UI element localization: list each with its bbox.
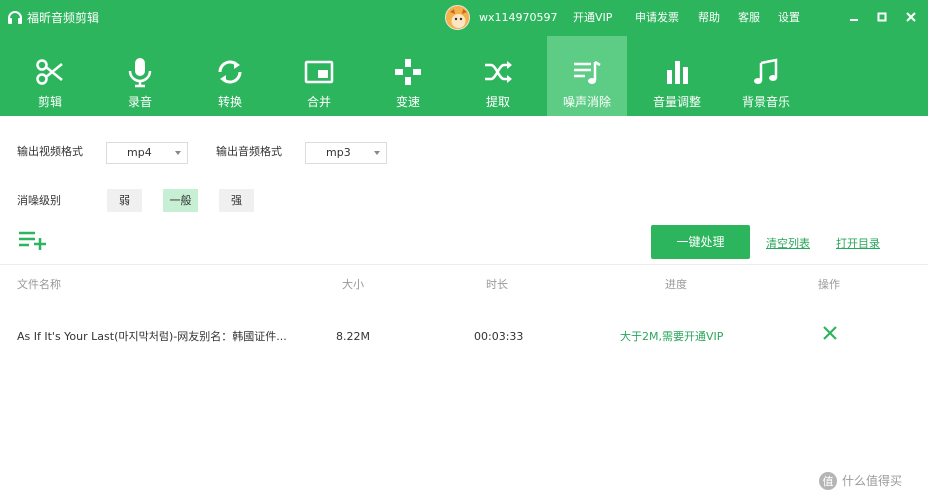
file-size-cell: 8.22M: [336, 330, 370, 343]
tool-volume[interactable]: 音量调整: [637, 36, 717, 116]
svg-text:值: 值: [823, 475, 834, 488]
volume-icon: [667, 61, 688, 84]
settings-link[interactable]: 设置: [778, 10, 800, 26]
service-link[interactable]: 客服: [738, 10, 760, 26]
tool-cut[interactable]: 剪辑: [10, 36, 90, 116]
tool-convert-label: 转换: [217, 95, 242, 109]
audio-format-label: 输出音频格式: [216, 145, 282, 158]
tool-extract-label: 提取: [485, 95, 510, 109]
chevron-down-icon: [374, 151, 380, 155]
video-format-label: 输出视频格式: [17, 145, 83, 158]
one-click-process-button[interactable]: 一键处理: [651, 225, 750, 259]
microphone-icon: [128, 58, 152, 88]
progress-cell[interactable]: 大于2M,需要开通VIP: [620, 329, 723, 345]
tool-convert[interactable]: 转换: [190, 36, 270, 116]
divider: [0, 264, 928, 265]
audio-format-value: mp3: [326, 146, 351, 159]
tool-speed-label: 变速: [395, 95, 420, 109]
help-link[interactable]: 帮助: [698, 10, 720, 26]
watermark-text: 什么值得买: [842, 474, 903, 488]
speed-icon: [395, 59, 421, 85]
tool-volume-label: 音量调整: [652, 95, 701, 109]
tool-merge[interactable]: 合并: [279, 36, 359, 116]
noise-reduction-icon: [574, 60, 601, 84]
add-file-icon[interactable]: [19, 230, 47, 250]
tool-cut-label: 剪辑: [37, 95, 62, 109]
watermark-logo-icon: 值: [819, 472, 837, 490]
headphones-logo-icon: [8, 11, 22, 24]
noise-level-label: 消噪级别: [17, 194, 61, 207]
tool-background-music-label: 背景音乐: [741, 95, 790, 109]
tool-noise-reduction[interactable]: 噪声消除: [547, 36, 627, 116]
tool-record[interactable]: 录音: [100, 36, 180, 116]
close-icon[interactable]: [903, 9, 919, 25]
open-directory-link[interactable]: 打开目录: [836, 236, 880, 252]
video-format-value: mp4: [127, 146, 152, 159]
avatar-image: [446, 6, 469, 29]
file-duration-cell: 00:03:33: [474, 330, 524, 343]
video-format-select[interactable]: mp4: [106, 142, 188, 164]
app-title: 福昕音频剪辑: [27, 11, 100, 25]
tool-merge-label: 合并: [306, 95, 331, 109]
extract-icon: [485, 61, 512, 83]
delete-x-icon[interactable]: [822, 325, 838, 341]
invoice-link[interactable]: 申请发票: [635, 10, 679, 26]
maximize-icon[interactable]: [874, 9, 890, 25]
tool-speed[interactable]: 变速: [368, 36, 448, 116]
header-duration: 时长: [486, 278, 508, 291]
level-strong-button[interactable]: 强: [219, 189, 254, 212]
level-weak-button[interactable]: 弱: [107, 189, 142, 212]
avatar[interactable]: [445, 5, 470, 30]
merge-icon: [304, 60, 334, 84]
tool-record-label: 录音: [127, 95, 152, 109]
chevron-down-icon: [175, 151, 181, 155]
header-operation: 操作: [818, 278, 840, 291]
convert-icon: [218, 60, 242, 84]
username[interactable]: wx114970597: [479, 10, 558, 26]
level-normal-button[interactable]: 一般: [163, 189, 198, 212]
main-toolbar: 剪辑 录音 转换 合并 变速 提取 噪声消除 音量调整 背景音乐: [0, 36, 928, 116]
header-file-name: 文件名称: [17, 278, 61, 291]
minimize-icon[interactable]: [846, 9, 862, 25]
open-vip-link[interactable]: 开通VIP: [573, 10, 612, 26]
tool-extract[interactable]: 提取: [458, 36, 538, 116]
audio-format-select[interactable]: mp3: [305, 142, 387, 164]
music-note-icon: [754, 58, 778, 84]
header-progress: 进度: [665, 278, 687, 291]
file-name-cell: As If It's Your Last(마지막처럼)-网友别名：韩國证件...: [17, 330, 287, 343]
tool-noise-reduction-label: 噪声消除: [562, 95, 611, 109]
header-size: 大小: [342, 278, 364, 291]
scissors-icon: [36, 59, 63, 85]
tool-background-music[interactable]: 背景音乐: [726, 36, 806, 116]
title-bar: 福昕音频剪辑 wx114970597 开通VIP 申请发票 帮助 客服 设置: [0, 0, 928, 36]
clear-list-link[interactable]: 清空列表: [766, 236, 810, 252]
